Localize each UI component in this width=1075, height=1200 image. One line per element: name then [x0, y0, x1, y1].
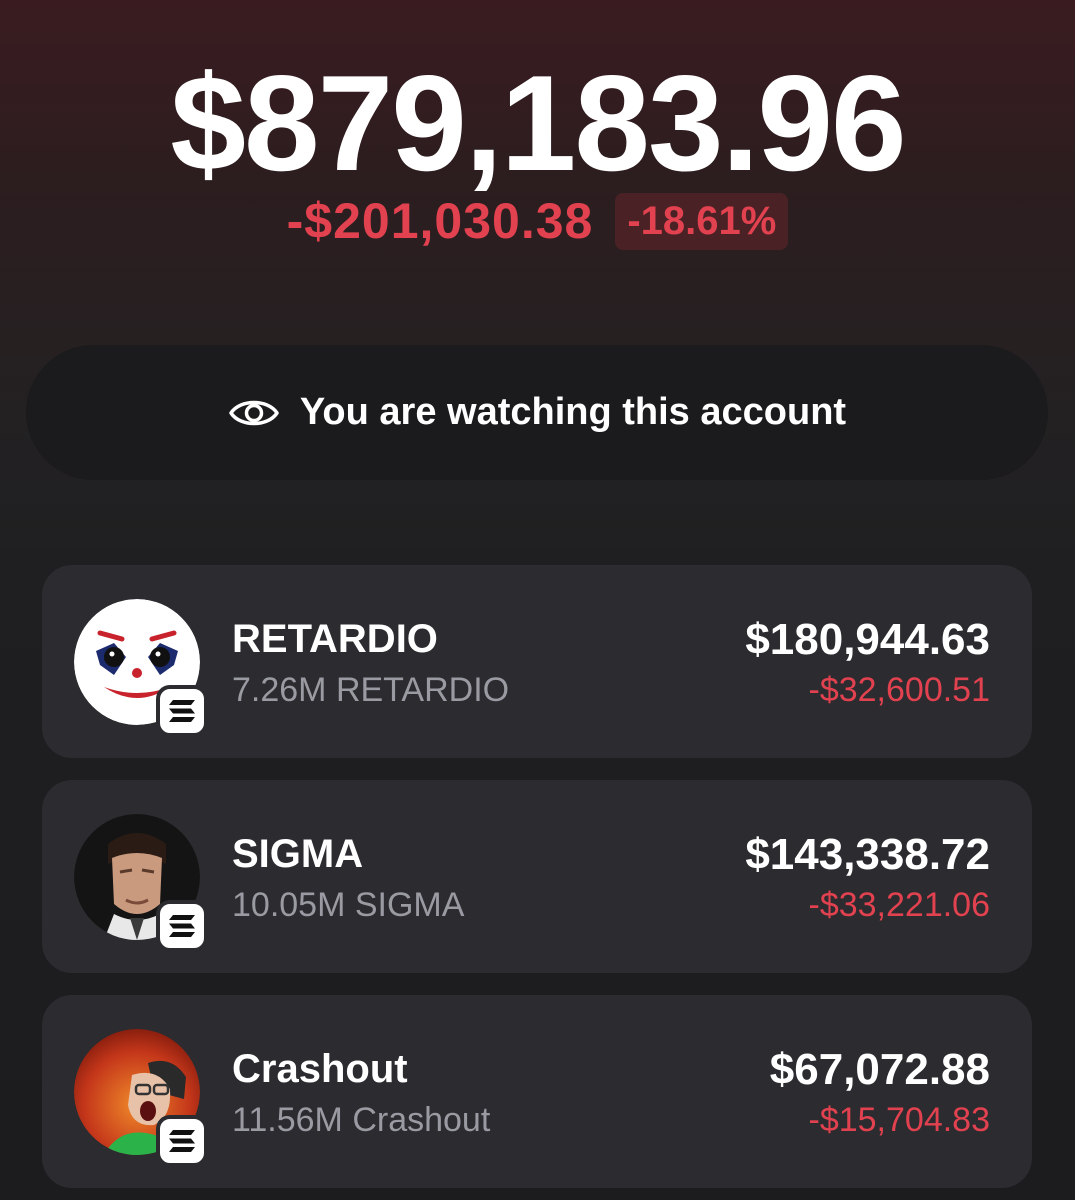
token-amount: 10.05M SIGMA — [232, 886, 465, 924]
watching-account-text: You are watching this account — [299, 391, 847, 433]
asset-row[interactable]: RETARDIO 7.26M RETARDIO $180,944.63 -$32… — [42, 565, 1032, 758]
asset-row[interactable]: Crashout 11.56M Crashout $67,072.88 -$15… — [42, 995, 1032, 1188]
balance-change-amount: -$201,030.38 — [286, 193, 594, 249]
balance-change-row: -$201,030.38 -18.61% — [0, 192, 1075, 250]
token-amount: 11.56M Crashout — [232, 1101, 491, 1139]
balance-change-percent-badge: -18.61% — [615, 192, 789, 250]
token-value: $67,072.88 — [769, 1045, 990, 1094]
watching-account-banner: You are watching this account — [26, 345, 1048, 480]
solana-icon — [156, 685, 208, 737]
token-change: -$15,704.83 — [808, 1101, 991, 1139]
token-change: -$33,221.06 — [808, 886, 991, 924]
solana-icon — [156, 900, 208, 952]
total-balance: $879,183.96 — [170, 47, 906, 199]
token-amount: 7.26M RETARDIO — [232, 671, 510, 709]
asset-row[interactable]: SIGMA 10.05M SIGMA $143,338.72 -$33,221.… — [42, 780, 1032, 973]
token-value: $143,338.72 — [745, 830, 990, 879]
token-name: RETARDIO — [232, 617, 438, 661]
token-name: Crashout — [232, 1047, 408, 1091]
solana-icon — [156, 1115, 208, 1167]
token-change: -$32,600.51 — [808, 671, 991, 709]
eye-icon — [229, 400, 279, 425]
token-name: SIGMA — [232, 832, 364, 876]
wallet-screen: $879,183.96 -$201,030.38 -18.61% You are… — [0, 0, 1075, 1200]
token-value: $180,944.63 — [745, 615, 990, 664]
